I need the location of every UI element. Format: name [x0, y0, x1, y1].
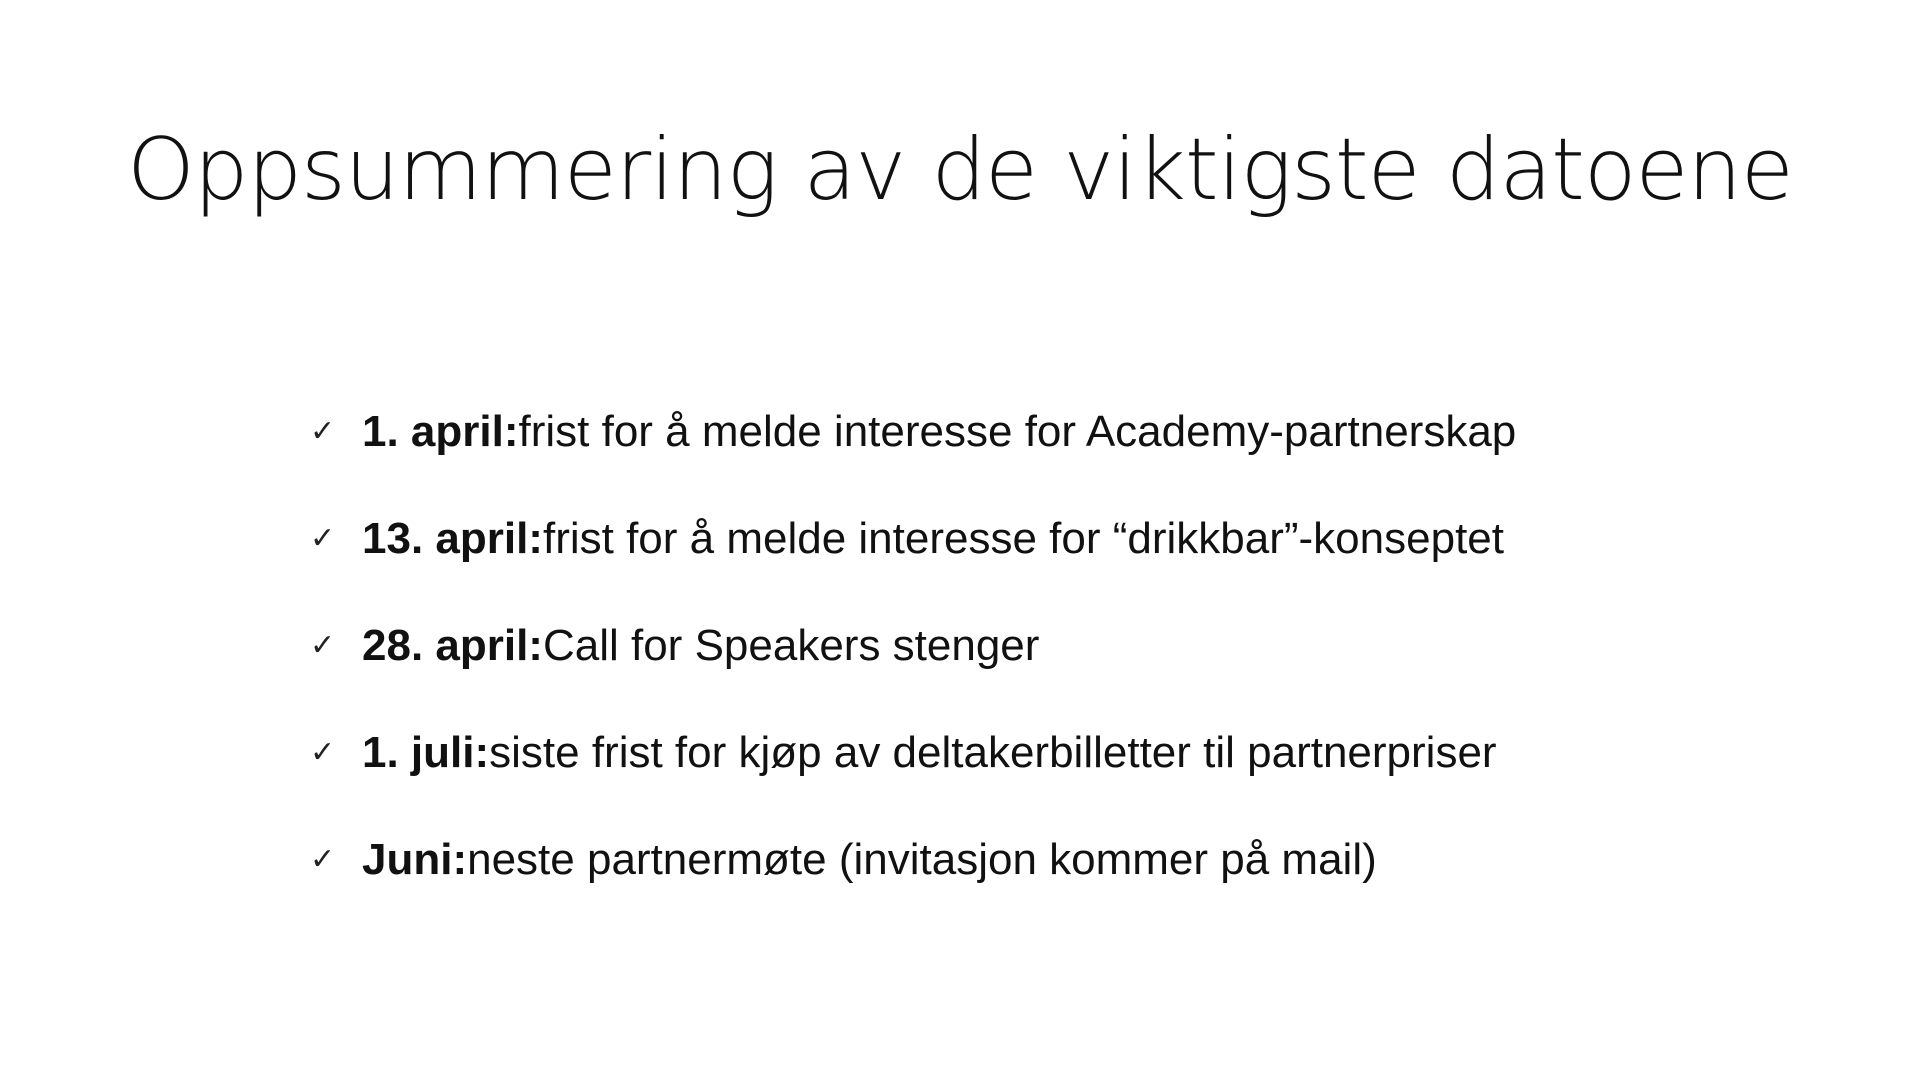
list-item: ✓ 1. april: frist for å melde interesse …: [310, 378, 1710, 485]
list-item: ✓ Juni: neste partnermøte (invitasjon ko…: [310, 806, 1710, 913]
slide-title: Oppsummering av de viktigste datoene: [127, 120, 1794, 220]
checkmark-icon: ✓: [310, 413, 336, 449]
item-date: 1. april:: [362, 406, 519, 456]
item-date: 1. juli:: [362, 727, 490, 777]
item-text: Call for Speakers stenger: [542, 620, 1040, 670]
item-date: 28. april:: [362, 620, 543, 670]
item-date: Juni:: [362, 834, 468, 884]
checkmark-icon: ✓: [310, 841, 336, 877]
item-text: neste partnermøte (invitasjon kommer på …: [467, 834, 1377, 884]
list-item: ✓ 13. april: frist for å melde interesse…: [310, 485, 1710, 592]
checkmark-icon: ✓: [310, 627, 336, 663]
key-dates-list: ✓ 1. april: frist for å melde interesse …: [310, 378, 1710, 913]
checkmark-icon: ✓: [310, 734, 336, 770]
list-item: ✓ 1. juli: siste frist for kjøp av delta…: [310, 699, 1710, 806]
item-text: frist for å melde interesse for “drikkba…: [542, 513, 1504, 563]
item-text: siste frist for kjøp av deltakerbillette…: [489, 727, 1497, 777]
checkmark-icon: ✓: [310, 520, 336, 556]
slide: Oppsummering av de viktigste datoene ✓ 1…: [0, 0, 1920, 1080]
item-text: frist for å melde interesse for Academy-…: [518, 406, 1517, 456]
item-date: 13. april:: [362, 513, 543, 563]
list-item: ✓ 28. april: Call for Speakers stenger: [310, 592, 1710, 699]
